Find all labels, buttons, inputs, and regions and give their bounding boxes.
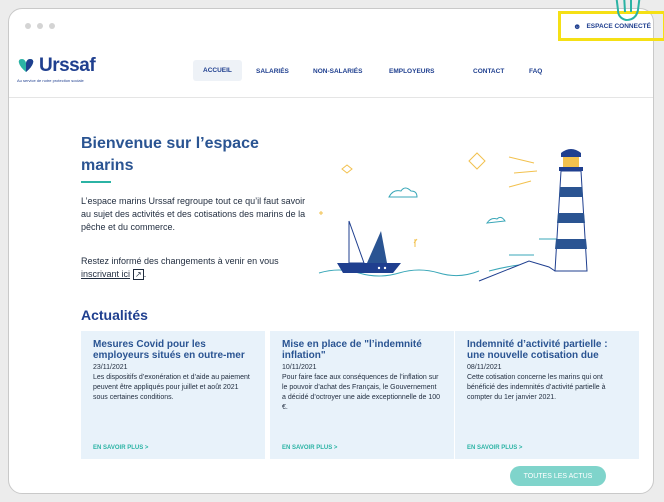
nav-employeurs[interactable]: EMPLOYEURS bbox=[389, 68, 435, 75]
news-date: 23/11/2021 bbox=[93, 364, 128, 371]
intro-text: L’espace marins Urssaf regroupe tout ce … bbox=[81, 196, 306, 232]
info-text: Restez informé des changements à venir e… bbox=[81, 255, 306, 281]
nav-faq[interactable]: FAQ bbox=[529, 68, 542, 75]
nav-non-salaries[interactable]: NON-SALARIÉS bbox=[313, 68, 362, 75]
actualites-heading: Actualités bbox=[81, 307, 148, 323]
news-card[interactable]: Mesures Covid pour les employeurs situés… bbox=[81, 331, 265, 459]
heart-logo-icon bbox=[18, 59, 34, 72]
pointing-hand-icon bbox=[615, 0, 641, 22]
window-controls bbox=[25, 23, 55, 29]
browser-window: Urssaf Au service de notre protection so… bbox=[8, 8, 654, 494]
user-icon: ☻ bbox=[573, 21, 582, 31]
window-dot[interactable] bbox=[25, 23, 31, 29]
brand-tagline: Au service de notre protection sociale bbox=[17, 78, 84, 83]
read-more-link[interactable]: EN SAVOIR PLUS > bbox=[282, 445, 337, 451]
news-date: 08/11/2021 bbox=[467, 364, 502, 371]
urssaf-logo[interactable]: Urssaf Au service de notre protection so… bbox=[17, 55, 96, 83]
news-body: Les dispositifs d’exonération et d’aide … bbox=[93, 374, 250, 401]
all-news-button[interactable]: TOUTES LES ACTUS bbox=[510, 466, 606, 486]
news-title[interactable]: Indemnité d’activité partielle : une nou… bbox=[467, 339, 627, 361]
read-more-link[interactable]: EN SAVOIR PLUS > bbox=[93, 445, 148, 451]
lighthouse-illustration bbox=[318, 149, 588, 282]
site-header: Urssaf Au service de notre protection so… bbox=[9, 47, 653, 98]
title-underline bbox=[81, 181, 111, 183]
news-date: 10/11/2021 bbox=[282, 364, 317, 371]
news-title[interactable]: Mesures Covid pour les employeurs situés… bbox=[93, 339, 253, 361]
info-suffix: . bbox=[143, 269, 147, 279]
news-body: Pour faire face aux conséquences de l’in… bbox=[282, 374, 441, 411]
news-card[interactable]: Mise en place de "l’indemnité inflation"… bbox=[270, 331, 454, 459]
external-link-icon[interactable]: ↗ bbox=[133, 269, 144, 280]
window-dot[interactable] bbox=[37, 23, 43, 29]
page-title: Bienvenue sur l’espace marins bbox=[81, 135, 259, 174]
window-dot[interactable] bbox=[49, 23, 55, 29]
nav-accueil[interactable]: ACCUEIL bbox=[193, 60, 242, 81]
nav-salaries[interactable]: SALARIÉS bbox=[256, 68, 289, 75]
read-more-link[interactable]: EN SAVOIR PLUS > bbox=[467, 445, 522, 451]
nav-contact[interactable]: CONTACT bbox=[473, 68, 504, 75]
news-title[interactable]: Mise en place de "l’indemnité inflation" bbox=[282, 339, 442, 361]
brand-name: Urssaf bbox=[39, 55, 96, 76]
news-body: Cette cotisation concerne les marins qui… bbox=[467, 374, 606, 401]
news-card[interactable]: Indemnité d’activité partielle : une nou… bbox=[455, 331, 639, 459]
info-prefix: Restez informé des changements à venir e… bbox=[81, 256, 279, 266]
subscribe-link[interactable]: inscrivant ici bbox=[81, 269, 130, 279]
